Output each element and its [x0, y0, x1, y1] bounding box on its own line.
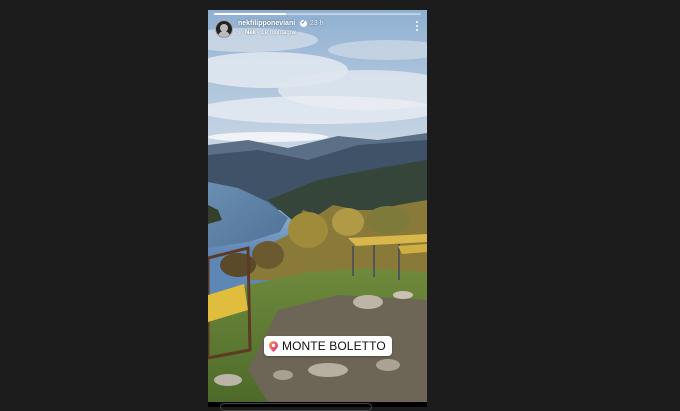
music-info[interactable]: ♪ Nek · Le montagne	[238, 30, 296, 38]
music-note-icon: ♪	[238, 30, 241, 36]
verified-badge-icon: ✓	[300, 20, 307, 27]
location-label: MONTE BOLETTO	[282, 339, 386, 353]
username[interactable]: nekfilipponeviani	[238, 20, 295, 27]
music-title: Le montagne	[261, 30, 297, 36]
music-separator: ·	[257, 30, 260, 36]
story-progress-bar	[214, 13, 421, 15]
story-viewer[interactable]: nekfilipponeviani ✓ 23 h ♪ Nek · Le monta…	[208, 10, 427, 402]
time-ago: 23 h	[310, 20, 324, 27]
reply-input[interactable]	[220, 403, 372, 411]
avatar[interactable]	[215, 20, 233, 38]
music-artist: Nek	[245, 30, 257, 36]
location-sticker[interactable]: MONTE BOLETTO	[264, 336, 392, 356]
location-pin-icon	[269, 340, 278, 352]
reply-bar[interactable]	[208, 402, 427, 411]
more-options-icon[interactable]	[415, 21, 419, 35]
story-progress-fill	[214, 13, 287, 15]
